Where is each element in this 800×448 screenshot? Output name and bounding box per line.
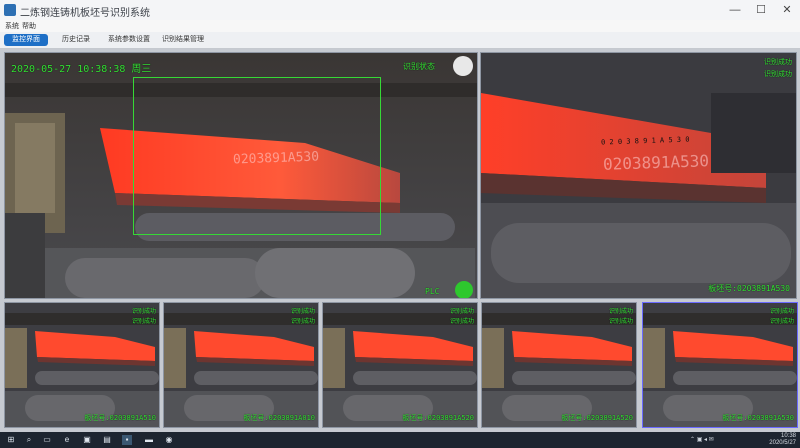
thumbnail-camera-view[interactable]: 识别成功 识别成功 板坯号:0203891A010 [163,302,319,428]
thumbnail-slab-number: 板坯号:0203891A510 [84,414,156,422]
recognition-status-label: 识别状态 [403,62,435,71]
close-button[interactable]: ✕ [774,0,800,20]
tab-settings[interactable]: 系统参数设置 [104,34,154,46]
clock-date: 2020/5/27 [769,440,796,446]
thumbnail-status-second: 识别成功 [290,318,315,325]
menu-item-system[interactable]: 系统 [5,21,19,31]
thumbnail-status-top: 识别成功 [290,308,315,315]
camera-grid: 0203891A530 2020-05-27 10:38:38 周三 识别状态 … [0,49,800,432]
recognition-status-indicator [453,56,473,76]
title-bar: 二炼钢连铸机板坯号识别系统 — ☐ ✕ [0,0,800,21]
windows-icon[interactable]: ⊞ [6,435,16,445]
thumbnail-status-second: 识别成功 [449,318,474,325]
clock-time: 10:38 [780,433,796,439]
camera-app-icon[interactable]: ◉ [164,435,174,445]
camera-timestamp: 2020-05-27 10:38:38 周三 [11,64,152,75]
tab-monitor[interactable]: 监控界面 [4,34,48,46]
tray-icons[interactable]: ⌃ ▣ ◂ ✉ [690,436,714,443]
thumbnail-status-second: 识别成功 [608,318,633,325]
tab-bar: 监控界面 历史记录 系统参数设置 识别结果管理 [0,32,800,49]
thumbnail-status-top: 识别成功 [131,308,156,315]
thumbnail-status-top: 识别成功 [769,308,794,315]
thumbnail-slab-number: 板坯号:0203891A520 [561,414,633,422]
detail-camera-view[interactable]: 0 2 0 3 8 9 1 A 5 3 0 0203891A530 识别成功 识… [480,52,797,299]
search-icon[interactable]: ⌕ [24,435,34,445]
edge-icon[interactable]: e [62,435,72,445]
clock[interactable]: 10:38 2020/5/27 [769,433,796,447]
menu-bar: 系统 帮助 [0,20,800,32]
slab-number-label: 板坯号:0203891A530 [708,284,790,293]
thumbnail-camera-view[interactable]: 识别成功 识别成功 板坯号:0203891A530 [642,302,798,428]
store-icon[interactable]: ▣ [82,435,92,445]
plate-number-overlay: 0203891A530 [602,151,710,174]
folder-icon[interactable]: ▬ [144,435,154,445]
taskbar: ⊞ ⌕ ▭ e ▣ ▤ ▪ ▬ ◉ ⌃ ▣ ◂ ✉ 10:38 2020/5/2… [0,432,800,448]
roi-box[interactable] [133,77,381,235]
detail-status-second: 识别成功 [764,70,792,78]
explorer-icon[interactable]: ▤ [102,435,112,445]
detail-status-top: 识别成功 [764,58,792,66]
thumbnail-camera-view[interactable]: 识别成功 识别成功 板坯号:0203891A520 [481,302,637,428]
plc-status-indicator [455,281,473,298]
thumbnail-camera-view[interactable]: 识别成功 识别成功 板坯号:0203891A510 [4,302,160,428]
thumbnail-slab-number: 板坯号:0203891A530 [722,414,794,422]
thumbnail-status-top: 识别成功 [449,308,474,315]
thumbnail-status-top: 识别成功 [608,308,633,315]
thumbnail-camera-view[interactable]: 识别成功 识别成功 板坯号:0203891A520 [322,302,478,428]
tab-history[interactable]: 历史记录 [56,34,96,46]
tab-results[interactable]: 识别结果管理 [156,34,210,46]
main-camera-view[interactable]: 0203891A530 2020-05-27 10:38:38 周三 识别状态 … [4,52,478,299]
maximize-button[interactable]: ☐ [748,0,774,20]
thumbnail-status-second: 识别成功 [131,318,156,325]
plc-label: PLC [425,287,440,296]
task-view-icon[interactable]: ▭ [42,435,52,445]
minimize-button[interactable]: — [722,0,748,20]
app-logo-icon [4,4,16,16]
app-icon[interactable]: ▪ [122,435,132,445]
thumbnail-slab-number: 板坯号:0203891A010 [243,414,315,422]
thumbnail-slab-number: 板坯号:0203891A520 [402,414,474,422]
detail-camera-scene [481,53,796,298]
thumbnail-status-second: 识别成功 [769,318,794,325]
window-title: 二炼钢连铸机板坯号识别系统 [20,8,150,19]
menu-item-help[interactable]: 帮助 [22,21,36,31]
